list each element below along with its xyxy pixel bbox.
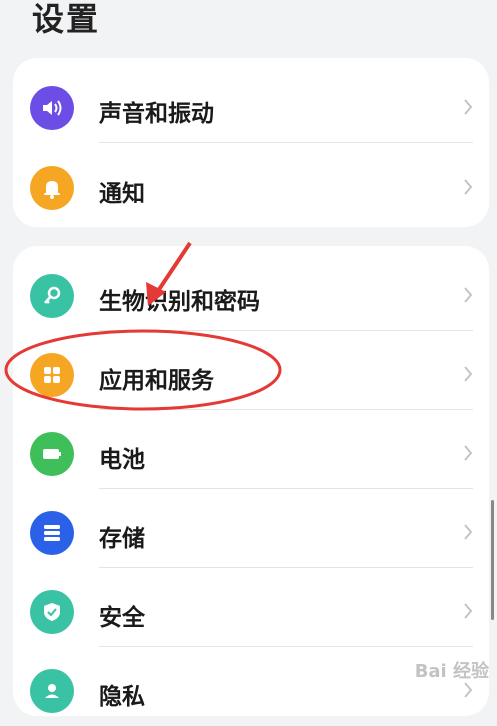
- shield-icon: [30, 590, 74, 634]
- bell-icon: [30, 166, 74, 210]
- settings-item-label: 应用和服务: [99, 368, 214, 394]
- settings-item-storage[interactable]: 存储: [13, 489, 489, 568]
- chevron-right-icon: [464, 99, 473, 115]
- divider: [99, 142, 473, 143]
- settings-group-2: 生物识别和密码 应用和服务 电池 存储 安全 隐私: [13, 246, 489, 716]
- apps-grid-icon: [30, 353, 74, 397]
- speaker-icon: [30, 86, 74, 130]
- chevron-right-icon: [464, 524, 473, 540]
- settings-item-label: 隐私: [99, 684, 145, 710]
- chevron-right-icon: [464, 287, 473, 303]
- key-icon: [30, 274, 74, 318]
- settings-item-security[interactable]: 安全: [13, 568, 489, 647]
- settings-item-label: 电池: [99, 447, 145, 473]
- page-title: 设置: [32, 0, 101, 38]
- settings-item-label: 生物识别和密码: [99, 289, 260, 315]
- settings-item-label: 安全: [99, 605, 145, 631]
- chevron-right-icon: [464, 682, 473, 698]
- settings-item-label: 声音和振动: [99, 101, 214, 127]
- settings-item-label: 通知: [99, 181, 145, 207]
- storage-icon: [30, 511, 74, 555]
- settings-item-sound[interactable]: 声音和振动: [13, 64, 489, 143]
- chevron-right-icon: [464, 366, 473, 382]
- settings-item-notifications[interactable]: 通知: [13, 144, 489, 223]
- settings-item-battery[interactable]: 电池: [13, 410, 489, 489]
- settings-item-apps-services[interactable]: 应用和服务: [13, 331, 489, 410]
- settings-group-1: 声音和振动 通知: [13, 58, 489, 227]
- scrollbar[interactable]: [491, 500, 494, 620]
- watermark-logo: Bai 经验: [414, 661, 489, 682]
- settings-item-label: 存储: [99, 526, 145, 552]
- settings-item-biometrics[interactable]: 生物识别和密码: [13, 252, 489, 331]
- privacy-icon: [30, 669, 74, 713]
- chevron-right-icon: [464, 179, 473, 195]
- chevron-right-icon: [464, 445, 473, 461]
- battery-icon: [30, 432, 74, 476]
- chevron-right-icon: [464, 603, 473, 619]
